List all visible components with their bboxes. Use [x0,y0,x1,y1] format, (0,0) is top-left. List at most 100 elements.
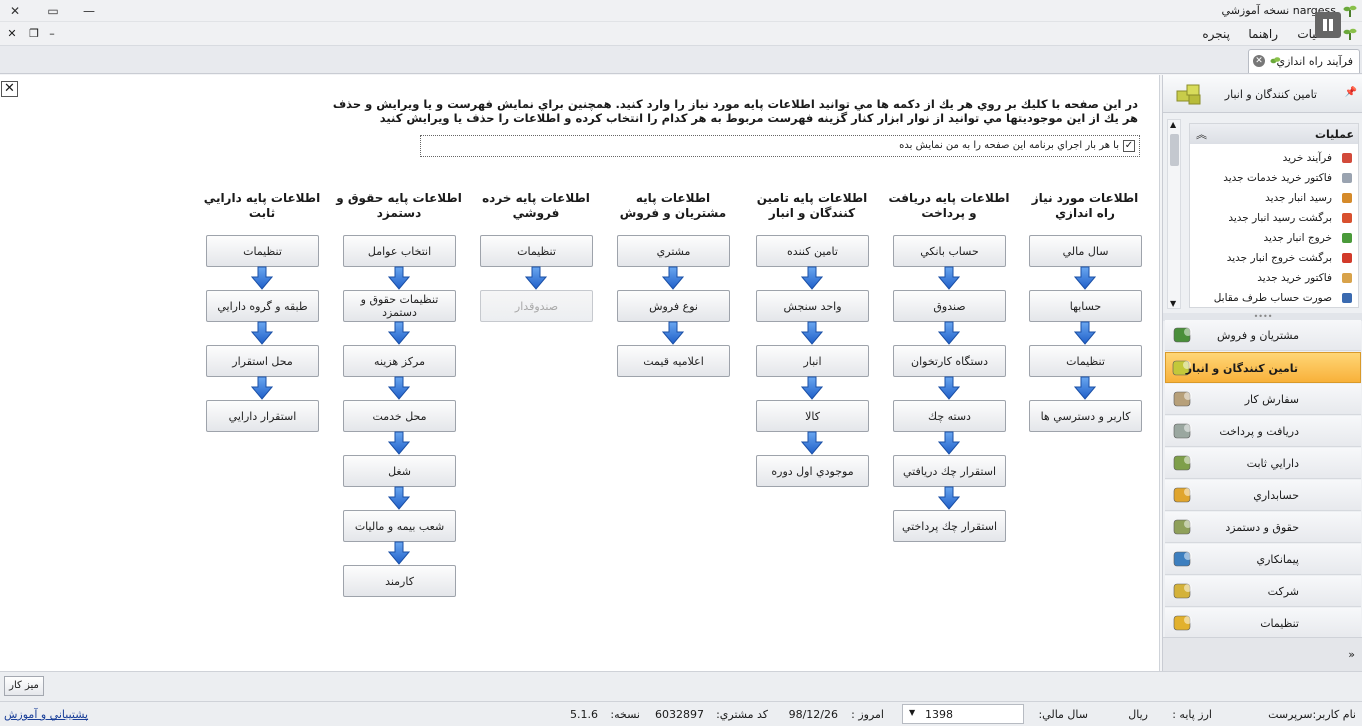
sales-chart-icon [1171,324,1195,346]
nav-item[interactable]: حسابداري [1165,480,1361,511]
setup-button[interactable]: محل استقرار [206,345,319,377]
fiscal-year-select[interactable]: ▼ 1398 [902,704,1024,724]
flow-arrow-down-icon [800,376,824,400]
flow-arrow-down-icon [937,266,961,290]
checkbox-box[interactable]: ✓ [1123,140,1135,152]
menu-window[interactable]: پنجره [1202,27,1230,41]
ops-scrollbar[interactable]: ▲ ▼ [1167,119,1181,309]
flow-arrow-down-icon [387,486,411,510]
desk-taskbar: ميز كار [0,671,1362,701]
ops-item[interactable]: فرآيند خريد [1190,148,1354,168]
ops-item-label: برگشت خروج انبار جديد [1226,252,1332,264]
scroll-up-icon[interactable]: ▲ [1170,120,1176,129]
menu-bar: ✕ ❐ – عمليات راهنما پنجره [0,22,1362,46]
setup-button[interactable]: نوع فروش [617,290,730,322]
minimize-window-button[interactable]: — [78,2,100,20]
chevron-down-icon[interactable]: ▼ [909,708,915,717]
setup-button[interactable]: تنظيمات [480,235,593,267]
setup-button[interactable]: محل خدمت [343,400,456,432]
app-menu-icon[interactable] [1342,26,1358,42]
setup-button[interactable]: تنظيمات حقوق و دستمزد [343,290,456,322]
return-receipt-icon [1340,211,1354,225]
tab-label: فرآيند راه اندازي [1276,55,1353,68]
tab-close-icon[interactable]: ✕ [1253,55,1265,67]
setup-button[interactable]: تنظيمات [206,235,319,267]
ops-item[interactable]: برگشت رسيد انبار جديد [1190,208,1354,228]
ops-item[interactable]: صورت حساب طرف مقابل [1190,288,1354,307]
ops-item[interactable]: برگشت خروج انبار جديد [1190,248,1354,268]
setup-button[interactable]: حساب بانكي [893,235,1006,267]
setup-button[interactable]: استقرار چك پرداختي [893,510,1006,542]
setup-button[interactable]: تامين كننده [756,235,869,267]
setup-button[interactable]: حسابها [1029,290,1142,322]
mdi-close-button[interactable]: ✕ [4,26,20,42]
setup-process-panel: ✕ در اين صفحه با كليك بر روي هر يك از دك… [0,75,1160,671]
ops-item[interactable]: خروج انبار جديد [1190,228,1354,248]
nav-item[interactable]: دارايي ثابت [1165,448,1361,479]
pin-icon[interactable]: 📌 [1345,87,1357,98]
navigation-sidebar: تامين كنندگان و انبار 📌 ▲ ▼ عمليات ︽ فرآ… [1162,75,1362,671]
nav-item[interactable]: تامين كنندگان و انبار [1165,352,1361,383]
status-customer-code-value: 6032897 [655,708,704,721]
desk-button[interactable]: ميز كار [4,676,44,696]
setup-button[interactable]: كاربر و دسترسي ها [1029,400,1142,432]
nav-item-label: حسابداري [1253,489,1299,502]
exit-icon [1340,231,1354,245]
tab-setup-process[interactable]: ✕ فرآيند راه اندازي [1248,49,1360,73]
setup-button[interactable]: واحد سنجش [756,290,869,322]
nav-item[interactable]: سفارش كار [1165,384,1361,415]
title-bar: ✕ ▭ — nargess نسخه آموزشي [0,0,1362,22]
setup-button[interactable]: اعلاميه قيمت [617,345,730,377]
flow-arrow-down-icon [387,376,411,400]
collapse-chevron-icon[interactable]: ︽ [1196,126,1207,142]
show-on-startup-checkbox[interactable]: ✓ با هر بار اجراي برنامه اين صفحه را به … [420,135,1140,157]
setup-button[interactable]: دسته چك [893,400,1006,432]
nav-item[interactable]: دريافت و پرداخت [1165,416,1361,447]
ops-item-label: برگشت رسيد انبار جديد [1228,212,1332,224]
mdi-minimize-button[interactable]: – [44,26,60,42]
setup-button[interactable]: دستگاه كارتخوان [893,345,1006,377]
ops-item[interactable]: رسيد انبار جديد [1190,188,1354,208]
nav-item[interactable]: شركت [1165,576,1361,607]
ops-item[interactable]: فاكتور خريد خدمات جديد [1190,168,1354,188]
nav-item[interactable]: مشتريان و فروش [1165,320,1361,351]
close-window-button[interactable]: ✕ [4,2,26,20]
sidebar-header: تامين كنندگان و انبار 📌 [1163,75,1362,113]
mdi-restore-button[interactable]: ❐ [26,26,42,42]
pause-icon[interactable] [1315,12,1341,38]
setup-button[interactable]: مشتري [617,235,730,267]
menu-help[interactable]: راهنما [1248,27,1278,41]
nav-item[interactable]: حقوق و دستمزد [1165,512,1361,543]
ops-item-label: رسيد انبار جديد [1265,192,1332,204]
setup-button[interactable]: شعب بيمه و ماليات [343,510,456,542]
setup-button[interactable]: كارمند [343,565,456,597]
setup-button[interactable]: طبقه و گروه دارايي [206,290,319,322]
ops-item[interactable]: فاكتور خريد جديد [1190,268,1354,288]
nav-item[interactable]: تنظيمات [1165,608,1361,639]
setup-button[interactable]: استقرار چك دريافتي [893,455,1006,487]
setup-button[interactable]: سال مالي [1029,235,1142,267]
setup-button[interactable]: انتخاب عوامل [343,235,456,267]
flow-arrow-down-icon [937,321,961,345]
panel-close-button[interactable]: ✕ [1,81,18,97]
column-title: اطلاعات پايه مشتريان و فروش [619,191,727,220]
setup-button[interactable]: استقرار دارايي [206,400,319,432]
scroll-down-icon[interactable]: ▼ [1170,299,1176,308]
scroll-thumb[interactable] [1170,134,1179,166]
setup-button[interactable]: مركز هزينه [343,345,456,377]
status-version-label: نسخه: [610,708,640,721]
setup-button[interactable]: كالا [756,400,869,432]
maximize-window-button[interactable]: ▭ [42,2,64,20]
expand-chevron-icon[interactable]: » [1348,648,1355,661]
nav-item[interactable]: پيمانكاري [1165,544,1361,575]
setup-button[interactable]: صندوق [893,290,1006,322]
support-link[interactable]: پشتيباني و آموزش [4,708,88,721]
status-currency-label: ارز پايه : [1172,708,1212,721]
operations-header[interactable]: عمليات ︽ [1190,124,1358,144]
flow-arrow-down-icon [250,376,274,400]
setup-button[interactable]: موجودي اول دوره [756,455,869,487]
nav-item-label: سفارش كار [1244,393,1299,406]
setup-button[interactable]: شغل [343,455,456,487]
setup-button[interactable]: تنظيمات [1029,345,1142,377]
setup-button[interactable]: انبار [756,345,869,377]
